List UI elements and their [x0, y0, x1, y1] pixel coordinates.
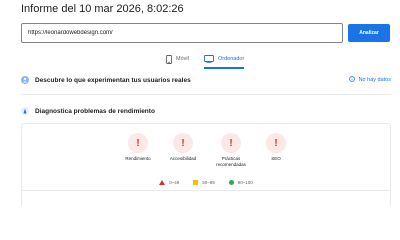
- card-divider: [22, 190, 390, 191]
- field-data-title: Descubre lo que experimentan tus usuario…: [35, 76, 191, 84]
- triangle-icon: [159, 180, 166, 185]
- info-icon: [348, 76, 355, 84]
- score-legend: 0–49 50–89 90–100: [22, 180, 390, 185]
- error-gauge-icon: !: [266, 133, 286, 153]
- metric-label: Rendimiento: [125, 156, 151, 161]
- metric-label: Accesibilidad: [169, 156, 197, 161]
- legend-range: 0–49: [169, 180, 180, 185]
- metric-seo[interactable]: ! SEO: [246, 133, 306, 162]
- diagnose-section: Diagnostica problemas de rendimiento: [21, 104, 391, 118]
- metrics-card: ! Rendimiento ! Accesibilidad ! Práctica…: [21, 123, 391, 206]
- device-tabs: Móvil Ordenador: [0, 51, 400, 69]
- tab-mobile[interactable]: Móvil: [166, 51, 189, 67]
- tab-desktop[interactable]: Ordenador: [204, 51, 245, 69]
- lighthouse-icon: [21, 107, 29, 115]
- desktop-icon: [204, 55, 214, 63]
- circle-icon: [228, 180, 234, 185]
- diagnose-title: Diagnostica problemas de rendimiento: [35, 107, 155, 115]
- tab-mobile-label: Móvil: [176, 56, 189, 62]
- url-input[interactable]: [21, 23, 343, 43]
- error-gauge-icon: !: [173, 133, 193, 153]
- analyze-button[interactable]: Analizar: [348, 24, 390, 42]
- smartphone-icon: [166, 54, 172, 64]
- field-data-section[interactable]: Descubre lo que experimentan tus usuario…: [21, 73, 391, 87]
- error-gauge-icon: !: [221, 133, 241, 153]
- no-data-label: No hay datos: [358, 77, 391, 83]
- people-icon: [21, 76, 29, 84]
- metric-label: SEO: [271, 156, 281, 161]
- legend-item-poor: 0–49: [159, 180, 179, 185]
- tab-desktop-label: Ordenador: [218, 56, 245, 62]
- legend-range: 90–100: [237, 180, 253, 185]
- legend-item-average: 50–89: [193, 180, 215, 185]
- report-title: Informe del 10 mar 2026, 8:02:26: [21, 3, 184, 15]
- error-gauge-icon: !: [128, 133, 148, 153]
- no-data-status: No hay datos: [348, 73, 391, 87]
- metric-label: Prácticas recomendadas: [216, 156, 246, 167]
- square-icon: [193, 180, 199, 185]
- legend-range: 50–89: [202, 180, 215, 185]
- section-divider: [21, 94, 391, 95]
- legend-item-good: 90–100: [228, 180, 253, 185]
